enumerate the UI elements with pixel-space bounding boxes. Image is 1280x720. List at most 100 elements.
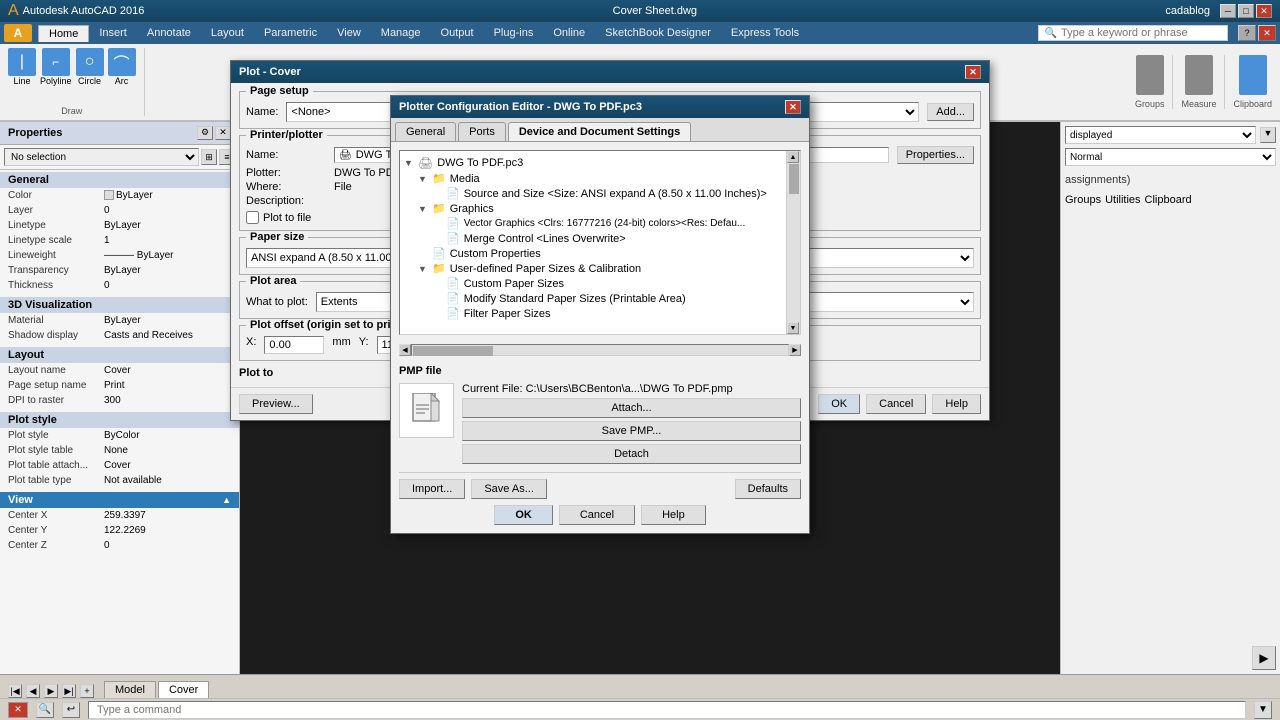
tab-manage[interactable]: Manage (371, 25, 431, 42)
plot-cancel-button[interactable]: Cancel (866, 394, 926, 414)
3d-section-header[interactable]: 3D Visualization (0, 297, 239, 313)
tree-scrollbar[interactable]: ▲ ▼ (786, 151, 800, 334)
tree-item-graphics[interactable]: ▼ 📁 Graphics (404, 201, 782, 216)
tab-output[interactable]: Output (431, 25, 484, 42)
groups-icon[interactable] (1136, 55, 1164, 95)
close-ribbon-button[interactable]: ✕ (1258, 25, 1276, 41)
plotter-cancel-btn[interactable]: Cancel (559, 505, 635, 525)
plotter-config-close-btn[interactable]: ✕ (785, 100, 801, 114)
tree-item-modify-standard[interactable]: 📄 Modify Standard Paper Sizes (Printable… (404, 291, 782, 306)
maximize-button[interactable]: □ (1238, 4, 1254, 18)
save-as-btn[interactable]: Save As... (471, 479, 547, 499)
search-box[interactable]: 🔍 (1038, 25, 1228, 41)
style-dropdown[interactable]: Normal (1065, 148, 1276, 166)
selection-icon-btn[interactable]: ⊞ (201, 149, 217, 165)
save-pmp-btn[interactable]: Save PMP... (462, 421, 801, 441)
preview-button[interactable]: Preview... (239, 394, 313, 414)
tab-parametric[interactable]: Parametric (254, 25, 327, 42)
paste-icon[interactable] (1239, 55, 1267, 95)
plotter-help-btn[interactable]: Help (641, 505, 706, 525)
plotter-ok-btn[interactable]: OK (494, 505, 553, 525)
scroll-thumb[interactable] (789, 164, 799, 194)
horizontal-scroll: ◀ ▶ (399, 343, 801, 357)
tree-item-media[interactable]: ▼ 📁 Media (404, 171, 782, 186)
minimize-button[interactable]: ─ (1220, 4, 1236, 18)
tab-online[interactable]: Online (543, 25, 595, 42)
import-btn[interactable]: Import... (399, 479, 465, 499)
tab-ports[interactable]: Ports (458, 122, 506, 141)
autocad-logo-btn[interactable]: A (4, 24, 32, 42)
cover-tab[interactable]: Cover (158, 681, 209, 698)
tab-view[interactable]: View (327, 25, 371, 42)
plot-style-section-header[interactable]: Plot style (0, 412, 239, 428)
cmd-close-btn[interactable]: ✕ (8, 702, 28, 718)
measure-icon[interactable] (1185, 55, 1213, 95)
tree-item-user-defined[interactable]: ▼ 📁 User-defined Paper Sizes & Calibrati… (404, 261, 782, 276)
plot-help-button[interactable]: Help (932, 394, 981, 414)
attach-btn[interactable]: Attach... (462, 398, 801, 418)
cmd-search-btn[interactable]: 🔍 (36, 702, 54, 718)
tab-device-doc[interactable]: Device and Document Settings (508, 122, 691, 141)
scroll-right-btn[interactable]: ▶ (789, 344, 801, 356)
tab-prev-btn[interactable]: ◀ (26, 684, 40, 698)
tab-express-tools[interactable]: Express Tools (721, 25, 809, 42)
h-scroll-thumb[interactable] (413, 346, 493, 356)
tree-item-custom-paper[interactable]: 📄 Custom Paper Sizes (404, 276, 782, 291)
arc-button[interactable]: ⌒ Arc (108, 48, 136, 86)
view-section-label: View (8, 494, 33, 506)
plot-ok-button[interactable]: OK (818, 394, 860, 414)
tab-insert[interactable]: Insert (89, 25, 137, 42)
cmd-undo-btn[interactable]: ↩ (62, 702, 80, 718)
pmp-current-file: Current File: C:\Users\BCBenton\a...\DWG… (462, 383, 801, 395)
tab-annotate[interactable]: Annotate (137, 25, 201, 42)
layer-row: Layer 0 (0, 203, 239, 218)
command-input[interactable] (97, 704, 1237, 716)
polyline-button[interactable]: ⌐ Polyline (40, 48, 72, 86)
plot-dialog-close-btn[interactable]: ✕ (965, 65, 981, 79)
scroll-left-btn[interactable]: ◀ (399, 344, 411, 356)
scroll-up-btn[interactable]: ▲ (787, 151, 799, 163)
line-button[interactable]: | Line (8, 48, 36, 86)
tree-item-custom-props[interactable]: 📄 Custom Properties (404, 246, 782, 261)
add-page-setup-btn[interactable]: Add... (927, 103, 974, 121)
tree-item-filter-paper[interactable]: 📄 Filter Paper Sizes (404, 306, 782, 321)
detach-btn[interactable]: Detach (462, 444, 801, 464)
defaults-btn[interactable]: Defaults (735, 479, 801, 499)
tab-add-btn[interactable]: + (80, 684, 94, 698)
tab-general[interactable]: General (395, 122, 456, 141)
tab-plugins[interactable]: Plug-ins (484, 25, 544, 42)
view-section-header[interactable]: View ▲ (0, 492, 239, 508)
tree-item-vector[interactable]: 📄 Vector Graphics <Clrs: 16777216 (24-bi… (404, 216, 782, 231)
properties-close-btn[interactable]: ✕ (215, 126, 231, 140)
tree-item-source-size[interactable]: 📄 Source and Size <Size: ANSI expand A (… (404, 186, 782, 201)
tab-last-btn[interactable]: ▶| (62, 684, 76, 698)
expand-button[interactable]: ▶ (1252, 646, 1276, 670)
displayed-arrow-btn[interactable]: ▼ (1260, 127, 1276, 143)
cmd-arrow-btn[interactable]: ▼ (1254, 701, 1272, 719)
properties-settings-btn[interactable]: ⚙ (197, 126, 213, 140)
selection-dropdown[interactable]: No selection (4, 148, 199, 166)
tab-first-btn[interactable]: |◀ (8, 684, 22, 698)
x-offset-input[interactable] (264, 336, 324, 354)
displayed-dropdown[interactable]: displayed (1065, 126, 1256, 144)
tab-layout[interactable]: Layout (201, 25, 254, 42)
plotter-config-dialog[interactable]: Plotter Configuration Editor - DWG To PD… (390, 95, 810, 534)
close-button[interactable]: ✕ (1256, 4, 1272, 18)
help-button[interactable]: ? (1238, 25, 1256, 41)
tab-next-btn[interactable]: ▶ (44, 684, 58, 698)
properties-btn[interactable]: Properties... (897, 146, 974, 164)
tree-label-modify-std: Modify Standard Paper Sizes (Printable A… (464, 293, 686, 305)
layout-section-header[interactable]: Layout (0, 347, 239, 363)
tree-item-merge[interactable]: 📄 Merge Control <Lines Overwrite> (404, 231, 782, 246)
command-input-area[interactable] (88, 701, 1246, 719)
tab-sketchbook[interactable]: SketchBook Designer (595, 25, 721, 42)
model-tab[interactable]: Model (104, 681, 156, 698)
center-z-label: Center Z (0, 539, 100, 552)
tree-item-root[interactable]: ▼ 🖨 DWG To PDF.pc3 (404, 155, 782, 171)
tab-home[interactable]: Home (38, 25, 89, 42)
general-section-header[interactable]: General (0, 172, 239, 188)
search-input[interactable] (1061, 27, 1221, 39)
plot-to-file-checkbox[interactable] (246, 211, 259, 224)
scroll-down-btn[interactable]: ▼ (787, 322, 799, 334)
circle-button[interactable]: ○ Circle (76, 48, 104, 86)
